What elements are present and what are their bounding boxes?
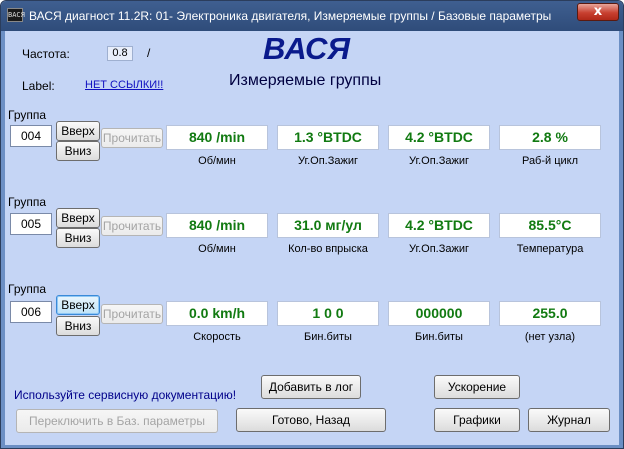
value-display: 4.2 °BTDC bbox=[388, 213, 490, 238]
value-caption: Уг.Оп.Зажиг bbox=[408, 155, 470, 167]
value-caption: Уг.Оп.Зажиг bbox=[297, 155, 359, 167]
value-caption: Об/мин bbox=[198, 155, 236, 167]
add-to-log-button[interactable]: Добавить в лог bbox=[261, 375, 361, 399]
group-number-field[interactable]: 006 bbox=[10, 301, 52, 323]
frequency-value: 0.8 bbox=[107, 46, 133, 61]
value-caption: Температура bbox=[516, 243, 584, 255]
group-label: Группа bbox=[8, 108, 47, 122]
frequency-label: Частота: bbox=[22, 47, 70, 61]
group-number-field[interactable]: 004 bbox=[10, 125, 52, 147]
brand-title: ВАСЯ bbox=[263, 31, 351, 66]
value-caption: Об/мин bbox=[198, 243, 236, 255]
window-title: ВАСЯ диагност 11.2R: 01- Электроника дви… bbox=[29, 9, 552, 23]
down-button[interactable]: Вниз bbox=[56, 228, 100, 248]
app-icon[interactable]: ВАСЯ bbox=[7, 8, 25, 22]
value-display: 1 0 0 bbox=[277, 301, 379, 326]
down-button[interactable]: Вниз bbox=[56, 141, 100, 161]
value-display: 840 /min bbox=[166, 213, 268, 238]
page-subtitle: Измеряемые группы bbox=[229, 72, 382, 89]
value-display: 4.2 °BTDC bbox=[388, 125, 490, 150]
value-display: 840 /min bbox=[166, 125, 268, 150]
done-back-button[interactable]: Готово, Назад bbox=[236, 408, 386, 432]
label-caption: Label: bbox=[22, 79, 55, 93]
read-button[interactable]: Прочитать bbox=[101, 216, 163, 236]
value-display: 85.5°C bbox=[499, 213, 601, 238]
value-display: 31.0 мг/ул bbox=[277, 213, 379, 238]
switch-basic-params-button[interactable]: Переключить в Баз. параметры bbox=[16, 409, 218, 433]
up-button[interactable]: Вверх bbox=[56, 295, 100, 315]
value-caption: Кол-во впрыска bbox=[288, 243, 368, 255]
value-caption: Скорость bbox=[193, 331, 241, 343]
group-number-field[interactable]: 005 bbox=[10, 213, 52, 235]
up-button[interactable]: Вверх bbox=[56, 121, 100, 141]
label-link[interactable]: НЕТ ССЫЛКИ!! bbox=[85, 79, 163, 91]
value-display: 1.3 °BTDC bbox=[277, 125, 379, 150]
app-window: ВАСЯ ВАСЯ диагност 11.2R: 01- Электроник… bbox=[0, 0, 624, 449]
value-display: 000000 bbox=[388, 301, 490, 326]
down-button[interactable]: Вниз bbox=[56, 316, 100, 336]
value-caption: (нет узла) bbox=[524, 331, 576, 343]
value-display: 0.0 km/h bbox=[166, 301, 268, 326]
read-button[interactable]: Прочитать bbox=[101, 304, 163, 324]
read-button[interactable]: Прочитать bbox=[101, 128, 163, 148]
value-caption: Раб-й цикл bbox=[521, 155, 579, 167]
value-caption: Бин.биты bbox=[415, 331, 463, 343]
up-button[interactable]: Вверх bbox=[56, 208, 100, 228]
journal-button[interactable]: Журнал bbox=[528, 408, 610, 432]
group-label: Группа bbox=[8, 195, 47, 209]
service-doc-hint: Используйте сервисную документацию! bbox=[14, 388, 237, 402]
value-caption: Бин.биты bbox=[304, 331, 352, 343]
value-caption: Уг.Оп.Зажиг bbox=[408, 243, 470, 255]
group-label: Группа bbox=[8, 282, 47, 296]
value-display: 255.0 bbox=[499, 301, 601, 326]
close-button[interactable]: x bbox=[577, 3, 619, 21]
graphs-button[interactable]: Графики bbox=[434, 408, 520, 432]
title-bar[interactable]: ВАСЯ ВАСЯ диагност 11.2R: 01- Электроник… bbox=[1, 1, 623, 31]
client-area: Частота: 0.8 / Label: НЕТ ССЫЛКИ!! ВАСЯ … bbox=[5, 31, 619, 445]
value-display: 2.8 % bbox=[499, 125, 601, 150]
acceleration-button[interactable]: Ускорение bbox=[434, 375, 520, 399]
frequency-suffix: / bbox=[147, 46, 151, 60]
